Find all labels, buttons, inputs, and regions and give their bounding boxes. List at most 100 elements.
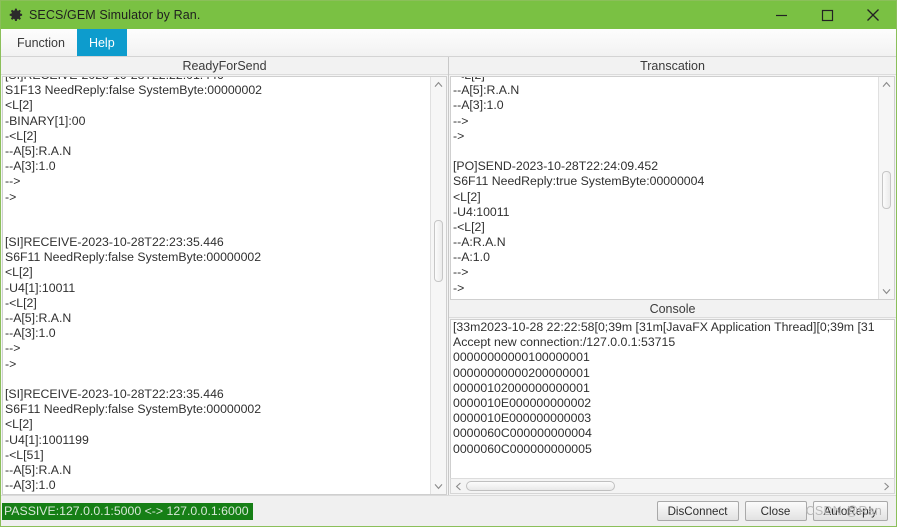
auto-reply-button[interactable]: AutoReply <box>812 501 888 521</box>
log-line: --> <box>5 341 21 356</box>
log-line: --A[5]:R.A.N <box>5 493 430 494</box>
title-bar: SECS/GEM Simulator by Ran. <box>1 1 896 29</box>
scroll-left-icon[interactable] <box>451 479 466 493</box>
log-line: --A:1.0 <box>453 250 490 265</box>
close-session-button-label: Close <box>760 504 791 518</box>
menu-item-function-label: Function <box>17 35 65 50</box>
right-pane: Transcation -<L[2]--A[5]:R.A.N--A[3]:1.0… <box>449 57 896 495</box>
log-line: S1F13 NeedReply:false SystemByte:0000000… <box>5 83 263 98</box>
disconnect-button-label: DisConnect <box>667 504 728 518</box>
log-line: --A:R.A.N <box>453 235 506 250</box>
footer-bar: PASSIVE:127.0.0.1:5000 <-> 127.0.0.1:600… <box>1 495 896 526</box>
console-panel: Console [33m2023-10-28 22:22:58[0;39m [3… <box>449 300 896 495</box>
log-line: --A[3]:1.0 <box>5 159 56 174</box>
console-header: Console <box>449 300 896 318</box>
log-line: [SI]RECEIVE-2023-10-28T22:22:01.446 <box>5 77 430 83</box>
log-line: -> <box>5 189 17 204</box>
ready-for-send-title: ReadyForSend <box>182 58 267 73</box>
log-line: --> <box>453 113 469 128</box>
ready-for-send-header: ReadyForSend <box>1 57 448 75</box>
log-line: <L[2] <box>5 98 33 113</box>
transaction-textarea-wrap: -<L[2]--A[5]:R.A.N--A[3]:1.0-->-> [PO]SE… <box>450 76 895 300</box>
log-line: Accept new connection:/127.0.0.1:53715 <box>453 335 676 350</box>
log-line: --A[5]:R.A.N <box>5 311 72 325</box>
log-line: --A[3]:1.0 <box>5 478 56 493</box>
auto-reply-button-label: AutoReply <box>823 504 878 518</box>
scroll-up-icon[interactable] <box>879 77 894 92</box>
log-line: <L[2] <box>453 189 481 204</box>
log-line: --A[3]:1.0 <box>453 98 504 113</box>
close-button[interactable] <box>850 1 896 29</box>
console-hscrollbar[interactable] <box>450 478 895 494</box>
window-controls <box>758 1 896 29</box>
footer-button-row: DisConnect Close AutoReply CSDN @Ran <box>656 501 896 521</box>
log-line: <L[2] <box>5 417 33 432</box>
log-line: <L[2] <box>5 265 33 280</box>
log-line: [SI]RECEIVE-2023-10-28T22:23:35.446 <box>5 235 224 250</box>
disconnect-button[interactable]: DisConnect <box>656 501 739 521</box>
transaction-vscrollbar[interactable] <box>878 77 894 299</box>
log-line: -> <box>5 356 17 371</box>
log-line: 0000060C000000000005 <box>453 441 592 456</box>
log-line: -U4[1]:10011 <box>5 280 76 295</box>
console-hscroll-track[interactable] <box>466 479 879 493</box>
log-line: --A[5]:R.A.N <box>5 462 72 477</box>
log-line: -BINARY[1]:00 <box>5 113 86 128</box>
ready-for-send-textarea-wrap: [SI]RECEIVE-2023-10-28T22:22:01.446S1F13… <box>2 76 447 495</box>
ready-for-send-log[interactable]: [SI]RECEIVE-2023-10-28T22:22:01.446S1F13… <box>3 77 430 494</box>
log-line: -<L[2] <box>453 77 878 83</box>
ready-for-send-vscroll-track[interactable] <box>431 92 446 479</box>
log-line: -<L[51] <box>5 447 44 462</box>
console-textarea-wrap: [33m2023-10-28 22:22:58[0;39m [31m[JavaF… <box>450 319 895 478</box>
log-line: -> <box>453 128 465 143</box>
scroll-down-icon[interactable] <box>431 479 446 494</box>
log-line: -U4:10011 <box>453 204 510 219</box>
log-line: S6F11 NeedReply:false SystemByte:0000000… <box>5 402 262 417</box>
transaction-vscroll-track[interactable] <box>879 92 894 284</box>
transaction-header: Transcation <box>449 57 896 75</box>
log-line: -U4[1]:1001199 <box>5 432 89 447</box>
transaction-title: Transcation <box>640 58 705 73</box>
gear-icon <box>9 8 23 21</box>
log-line: -<L[2] <box>453 219 485 234</box>
minimize-button[interactable] <box>758 1 804 29</box>
log-line: [33m2023-10-28 22:22:58[0;39m [31m[JavaF… <box>453 320 875 334</box>
log-line: S6F11 NeedReply:false SystemByte:0000000… <box>5 250 262 265</box>
log-line: [PO]SEND-2023-10-28T22:24:09.452 <box>453 159 659 174</box>
close-session-button[interactable]: Close <box>744 501 807 521</box>
scroll-up-icon[interactable] <box>431 77 446 92</box>
scroll-down-icon[interactable] <box>879 284 894 299</box>
scroll-right-icon[interactable] <box>879 479 894 493</box>
maximize-button[interactable] <box>804 1 850 29</box>
log-line: --A[3]:1.0 <box>5 326 56 341</box>
ready-for-send-panel: ReadyForSend [SI]RECEIVE-2023-10-28T22:2… <box>1 57 449 495</box>
console-log[interactable]: [33m2023-10-28 22:22:58[0;39m [31m[JavaF… <box>451 320 894 478</box>
ready-for-send-vscroll-thumb[interactable] <box>434 219 443 282</box>
log-line: 00000000000100000001 <box>453 350 590 365</box>
log-line: 00000000000200000001 <box>453 365 590 380</box>
transaction-panel: Transcation -<L[2]--A[5]:R.A.N--A[3]:1.0… <box>449 57 896 300</box>
close-icon <box>867 9 879 21</box>
log-line: --A[5]:R.A.N <box>5 143 72 158</box>
ready-for-send-vscrollbar[interactable] <box>430 77 446 494</box>
console-hscroll-thumb[interactable] <box>466 481 615 491</box>
transaction-vscroll-thumb[interactable] <box>882 170 891 210</box>
main-content: ReadyForSend [SI]RECEIVE-2023-10-28T22:2… <box>1 57 896 495</box>
log-line: -<L[2] <box>5 128 37 143</box>
console-title: Console <box>649 301 696 316</box>
connection-status-badge: PASSIVE:127.0.0.1:5000 <-> 127.0.0.1:600… <box>2 502 253 520</box>
transaction-log[interactable]: -<L[2]--A[5]:R.A.N--A[3]:1.0-->-> [PO]SE… <box>451 77 878 299</box>
log-line: --> <box>453 265 469 280</box>
log-line: S6F11 NeedReply:true SystemByte:00000004 <box>453 174 705 189</box>
menu-item-function[interactable]: Function <box>5 29 77 56</box>
window-title: SECS/GEM Simulator by Ran. <box>29 8 201 22</box>
minimize-icon <box>775 14 787 16</box>
menu-item-help[interactable]: Help <box>76 29 127 56</box>
log-line: 0000010E000000000003 <box>453 411 592 426</box>
log-line: --A[5]:R.A.N <box>453 83 520 98</box>
log-line: --> <box>5 174 21 189</box>
